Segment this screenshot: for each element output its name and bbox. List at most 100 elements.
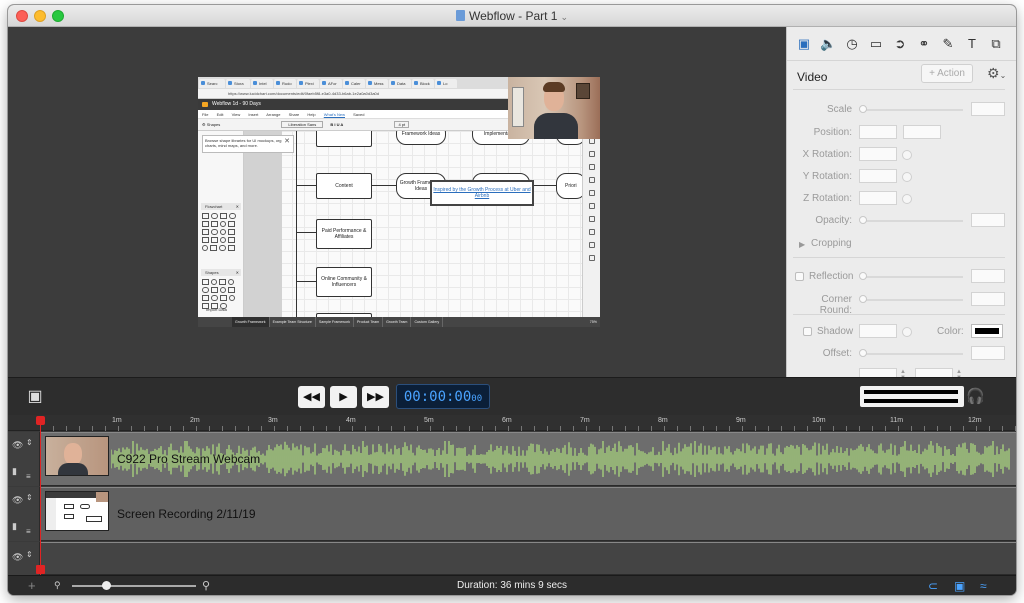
offset-slider-knob[interactable] — [859, 349, 867, 357]
menu-icon[interactable]: ≡ — [26, 527, 31, 536]
rotation-dial[interactable] — [902, 194, 912, 204]
menu-item: Share — [288, 112, 300, 117]
shadow-angle-field[interactable] — [859, 324, 897, 338]
scale-slider-knob[interactable] — [859, 105, 867, 113]
track-controls: 👁 ⇕ ▮ ≡ — [8, 487, 40, 541]
playhead-handle[interactable] — [36, 416, 45, 425]
whats-new-link: What's New — [323, 112, 345, 117]
screen-recording-track[interactable]: Screen Recording 2/11/19 — [41, 487, 1016, 541]
chevron-updown-icon[interactable]: ⇕ — [26, 493, 33, 502]
page-tab: Custom Gallery — [411, 317, 444, 327]
position-y-field[interactable] — [903, 125, 941, 139]
flow-node-content: Content — [316, 173, 372, 199]
z-rotation-label: Z Rotation: — [803, 193, 852, 204]
corner-round-label: Corner Round: — [819, 294, 852, 316]
time-ruler[interactable]: 1m 2m 3m 4m 5m 6m 7m 8m 9m 10m 11m 12m — [8, 415, 1016, 431]
disclosure-triangle-icon[interactable]: ▶ — [799, 240, 805, 249]
offset-slider[interactable] — [861, 353, 963, 355]
corner-round-slider-knob[interactable] — [859, 295, 867, 303]
pen-icon[interactable]: ✎ — [940, 36, 956, 52]
eye-icon[interactable]: 👁 — [12, 552, 23, 563]
note-link-box: Inspired by the Growth Process at Uber a… — [430, 180, 534, 206]
page-tab-bar: Growth Framework Example Team Structure Sa… — [198, 317, 600, 327]
headphones-icon[interactable]: 🎧 — [966, 387, 985, 405]
speaker-icon[interactable]: ▮ — [12, 466, 17, 477]
rewind-button[interactable]: ◀◀ — [298, 386, 325, 408]
font-select: Liberation Sans — [281, 121, 324, 128]
shadow-checkbox[interactable] — [803, 327, 812, 336]
audio-wave-icon[interactable]: ≈ — [980, 579, 987, 593]
basic-shapes — [202, 279, 240, 309]
crop-icon[interactable]: ▣ — [24, 386, 46, 408]
menu-icon[interactable]: ≡ — [26, 472, 31, 481]
position-x-field[interactable] — [859, 125, 897, 139]
cursor-icon[interactable]: ➲ — [892, 36, 908, 52]
menu-item: Arrange — [266, 112, 281, 117]
shadow-color-well[interactable] — [971, 324, 1003, 338]
chevron-updown-icon[interactable]: ⇕ — [26, 438, 33, 447]
playhead-end-handle[interactable] — [36, 565, 45, 574]
text-icon[interactable]: T — [964, 36, 980, 52]
cropping-label[interactable]: Cropping — [811, 238, 852, 249]
reflection-slider[interactable] — [861, 276, 963, 278]
ruler-label: 5m — [424, 417, 434, 424]
shapes-label: Shapes — [206, 122, 221, 127]
scale-field[interactable] — [971, 102, 1005, 116]
crop-mode-icon[interactable]: ⊂ — [928, 579, 938, 593]
offset-field[interactable] — [971, 346, 1005, 360]
reflection-field[interactable] — [971, 269, 1005, 283]
corner-round-slider[interactable] — [861, 299, 963, 301]
window-title[interactable]: Webflow - Part 1 ⌄ — [8, 9, 1016, 23]
empty-track[interactable] — [41, 542, 1016, 575]
z-rotation-field[interactable] — [859, 191, 897, 205]
panel-heading: Video — [797, 70, 828, 84]
canvas-margin — [244, 131, 282, 317]
rotation-dial[interactable] — [902, 172, 912, 182]
canvas-area[interactable]: Searc Stora Intel Rudo Plexi AFor Caler … — [8, 27, 786, 377]
timer-icon[interactable]: ◷ — [844, 36, 860, 52]
image-icon[interactable]: ▣ — [954, 579, 965, 593]
menu-item: File — [202, 112, 209, 117]
divider — [793, 89, 1005, 90]
webcam-track[interactable]: C922 Pro Stream Webcam — [41, 432, 1016, 486]
shape-library: Browse shape libraries for UI mockups, o… — [198, 131, 294, 317]
transform-icon[interactable]: ⧉ — [988, 36, 1004, 52]
play-button[interactable]: ▶ — [330, 386, 357, 408]
connector-line — [296, 131, 297, 317]
ruler-label: 4m — [346, 417, 356, 424]
ruler-label: 11m — [890, 417, 904, 424]
reflection-checkbox[interactable] — [795, 272, 804, 281]
filter-icon[interactable]: ⚭ — [916, 36, 932, 52]
film-icon[interactable]: ▣ — [796, 36, 812, 52]
flow-node: Framework Ideas — [396, 131, 446, 145]
timecode-display: 00:00:0000 — [396, 384, 490, 409]
screen-icon[interactable]: ▭ — [868, 36, 884, 52]
flow-node-community: Online Community & Influencers — [316, 267, 372, 297]
reflection-slider-knob[interactable] — [859, 272, 867, 280]
font-size-field: 4 pt — [394, 121, 410, 128]
webcam-thumbnail — [45, 436, 109, 476]
browser-tab: Stora — [226, 79, 250, 88]
add-action-button[interactable]: + Action — [921, 64, 973, 83]
speaker-icon[interactable]: 🔈 — [820, 36, 836, 52]
x-rotation-field[interactable] — [859, 147, 897, 161]
video-preview[interactable]: Searc Stora Intel Rudo Plexi AFor Caler … — [198, 77, 600, 327]
gear-icon: ⚙ — [202, 122, 206, 127]
scale-slider[interactable] — [861, 109, 963, 111]
eye-icon[interactable]: 👁 — [12, 495, 23, 506]
opacity-slider-knob[interactable] — [859, 216, 867, 224]
gear-icon[interactable]: ⚙⌄ — [987, 65, 1006, 82]
timeline[interactable]: 1m 2m 3m 4m 5m 6m 7m 8m 9m 10m 11m 12m 👁… — [8, 415, 1016, 575]
ruler-label: 3m — [268, 417, 278, 424]
chevron-updown-icon[interactable]: ⇕ — [26, 550, 33, 559]
y-rotation-field[interactable] — [859, 169, 897, 183]
opacity-field[interactable] — [971, 213, 1005, 227]
shadow-angle-dial[interactable] — [902, 327, 912, 337]
eye-icon[interactable]: 👁 — [12, 440, 23, 451]
fast-forward-button[interactable]: ▶▶ — [362, 386, 389, 408]
opacity-slider[interactable] — [861, 220, 963, 222]
speaker-icon[interactable]: ▮ — [12, 521, 17, 532]
corner-round-field[interactable] — [971, 292, 1005, 306]
rotation-dial[interactable] — [902, 150, 912, 160]
browser-tab: Mess — [366, 79, 388, 88]
